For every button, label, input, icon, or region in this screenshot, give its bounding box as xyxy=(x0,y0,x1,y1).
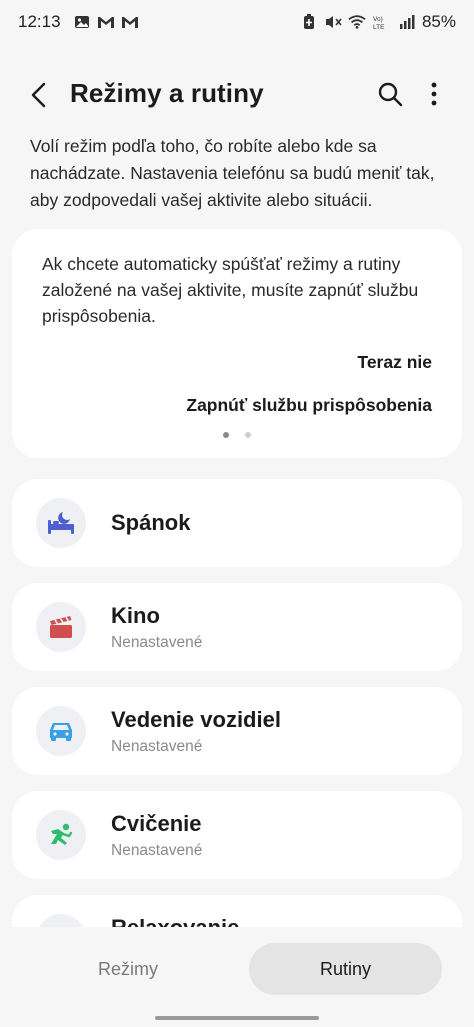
mode-title: Spánok xyxy=(111,510,191,535)
page-description: Volí režim podľa toho, čo robíte alebo k… xyxy=(30,136,435,210)
battery-saver-icon xyxy=(300,13,318,31)
home-indicator[interactable] xyxy=(155,1016,319,1020)
tab-routines[interactable]: Rutiny xyxy=(249,943,442,995)
gmail-icon xyxy=(121,13,139,31)
app-bar: Režimy a rutiny xyxy=(0,66,474,122)
running-icon xyxy=(36,810,86,860)
wifi-icon xyxy=(348,13,366,31)
mode-item-exercise[interactable]: Cvičenie Nenastavené xyxy=(12,791,462,879)
signal-icon xyxy=(398,13,416,31)
mode-title: Kino xyxy=(111,603,160,628)
status-bar: 12:13 Vo) LTE 85% xyxy=(0,0,474,44)
mode-status: Nenastavené xyxy=(111,738,203,755)
mode-title: Vedenie vozidiel xyxy=(111,707,281,732)
search-button[interactable] xyxy=(372,76,408,112)
info-card-text: Ak chcete automaticky spúšťať režimy a r… xyxy=(42,254,419,326)
status-time: 12:13 xyxy=(18,12,61,31)
page-indicator xyxy=(12,432,462,438)
mute-icon xyxy=(324,13,342,31)
mode-status: Nenastavené xyxy=(111,634,203,651)
svg-text:LTE: LTE xyxy=(373,24,385,30)
back-arrow-icon xyxy=(31,82,46,108)
gallery-icon xyxy=(73,13,91,31)
enable-service-button[interactable]: Zapnúť službu prispôsobenia xyxy=(186,395,432,416)
more-options-button[interactable] xyxy=(420,76,448,112)
bottom-navigation: Režimy Rutiny xyxy=(0,927,474,1027)
search-icon xyxy=(378,82,403,107)
volte-icon: Vo) LTE xyxy=(372,13,392,31)
mode-status: Nenastavené xyxy=(111,842,203,859)
page-dot-active xyxy=(223,432,229,438)
battery-level: 85% xyxy=(421,12,456,31)
mode-item-driving[interactable]: Vedenie vozidiel Nenastavené xyxy=(12,687,462,775)
not-now-button[interactable]: Teraz nie xyxy=(357,352,432,373)
mode-item-cinema[interactable]: Kino Nenastavené xyxy=(12,583,462,671)
page-title: Režimy a rutiny xyxy=(70,78,264,108)
bed-icon xyxy=(36,498,86,548)
clapperboard-icon xyxy=(36,602,86,652)
status-right: Vo) LTE 85% xyxy=(300,12,456,32)
car-icon xyxy=(36,706,86,756)
tab-modes[interactable]: Režimy xyxy=(30,943,226,995)
mode-item-sleep[interactable]: Spánok xyxy=(12,479,462,567)
page-dot xyxy=(245,432,251,438)
svg-text:Vo): Vo) xyxy=(373,16,383,23)
customization-service-card: Ak chcete automaticky spúšťať režimy a r… xyxy=(12,229,462,458)
status-left: 12:13 xyxy=(18,12,139,32)
more-vert-icon xyxy=(431,82,437,106)
gmail-icon xyxy=(97,13,115,31)
back-button[interactable] xyxy=(22,78,56,112)
mode-title: Cvičenie xyxy=(111,811,202,836)
